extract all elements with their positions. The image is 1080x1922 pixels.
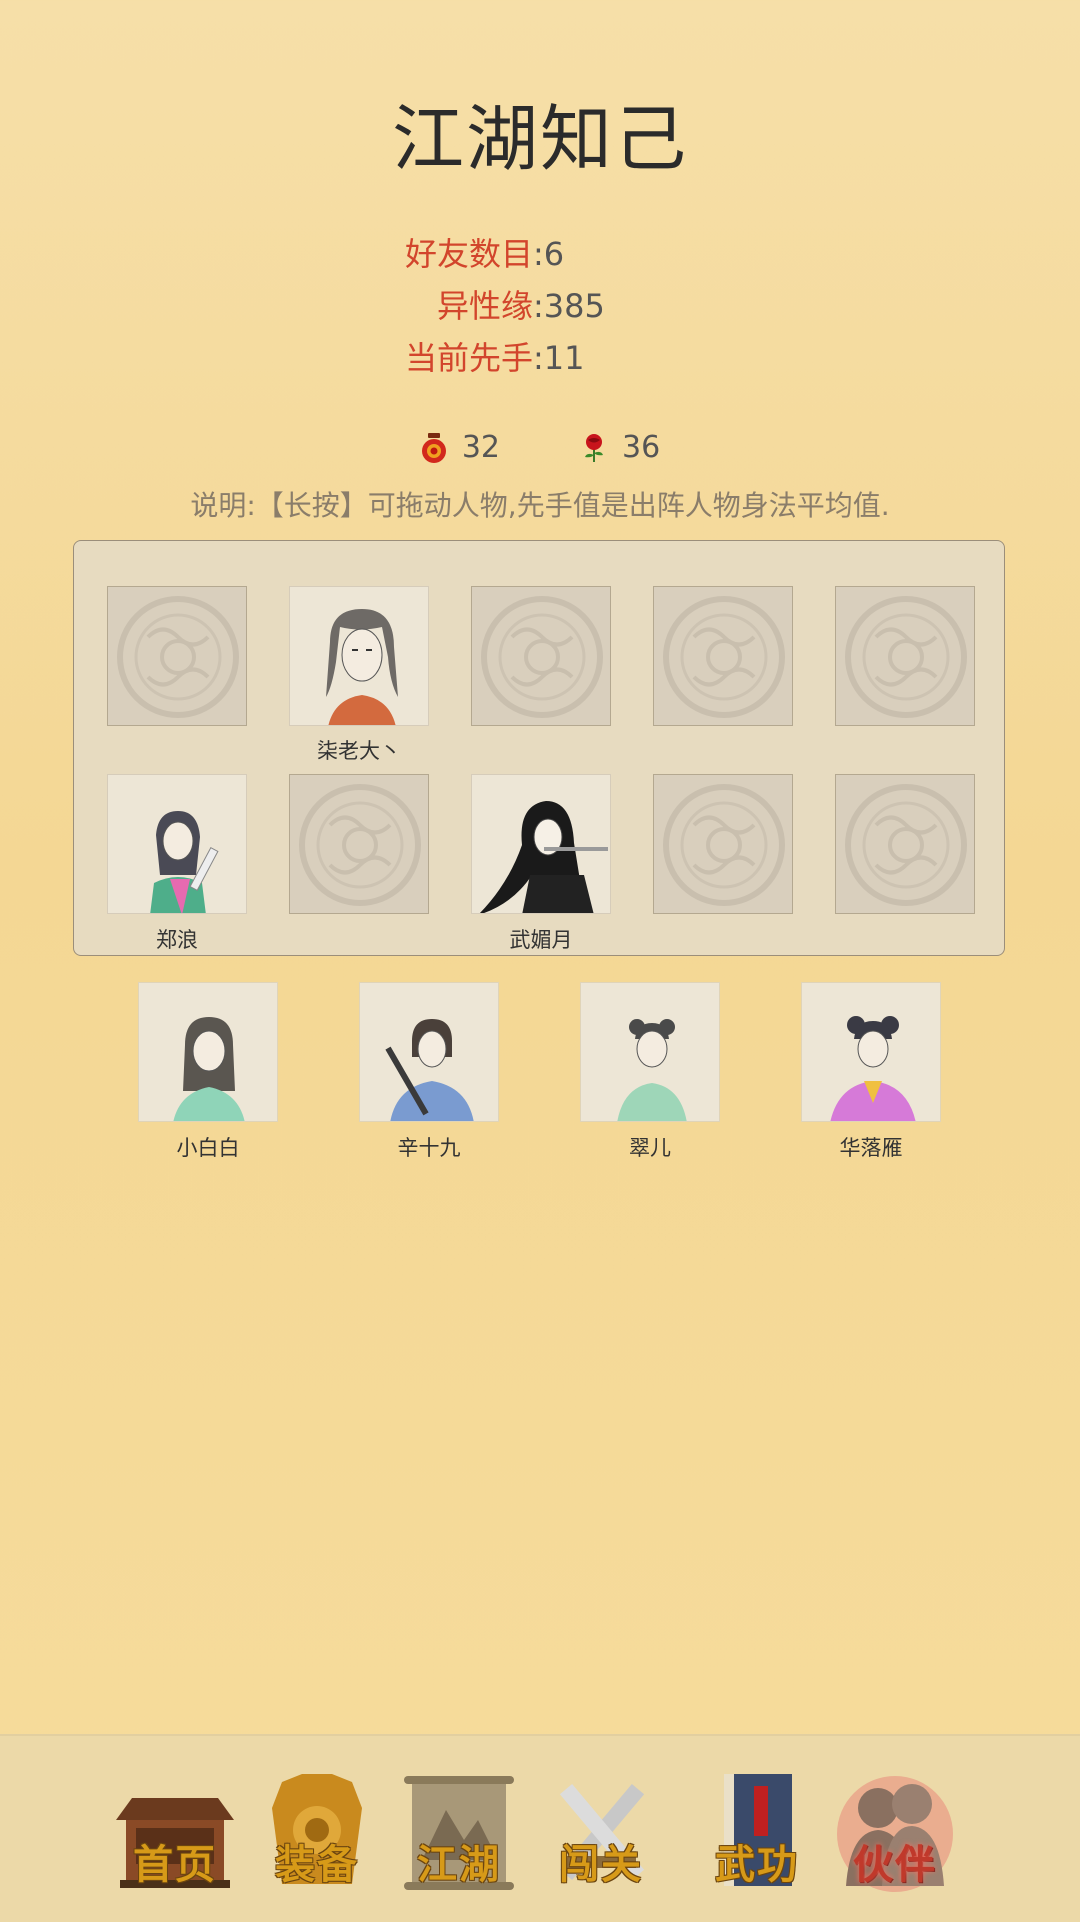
stat-label: 当前先手: [404, 339, 533, 377]
resources-bar: 32 36: [0, 430, 1080, 465]
nav-label: 装备: [275, 1841, 359, 1888]
team-slot-empty[interactable]: [835, 774, 975, 914]
stat-label: 好友数目: [404, 235, 533, 273]
bench-character-name: 小白白: [176, 1136, 240, 1160]
page-title: 江湖知己: [391, 97, 688, 181]
stat-separator: :: [533, 287, 544, 325]
character-portrait: [479, 801, 608, 913]
stat-charm: 异性缘:385: [0, 280, 1080, 332]
emblem-placeholder-icon: [299, 784, 421, 906]
wine-resource: 32: [420, 430, 500, 465]
emblem-placeholder-icon: [663, 596, 785, 718]
team-formation-panel: 柒老大丶 郑浪 武媚月: [73, 540, 1005, 956]
bench-character[interactable]: [359, 982, 499, 1122]
nav-challenge[interactable]: 闯关: [536, 1768, 666, 1898]
nav-equipment[interactable]: 装备: [252, 1768, 382, 1898]
emblem-placeholder-icon: [845, 784, 967, 906]
team-slot-empty[interactable]: [653, 586, 793, 726]
character-portrait: [326, 609, 398, 725]
nav-home[interactable]: 首页: [110, 1768, 240, 1898]
bench-character-name: 翠儿: [629, 1136, 671, 1160]
team-slot-name: 武媚月: [509, 928, 573, 952]
emblem-placeholder-icon: [663, 784, 785, 906]
bench-character[interactable]: [580, 982, 720, 1122]
bottom-nav: 首页 装备 江湖 闯关 武功 伙伴: [0, 1734, 1080, 1922]
nav-label: 武功: [715, 1841, 799, 1888]
stat-friend-count: 好友数目:6: [0, 228, 1080, 280]
emblem-placeholder-icon: [845, 596, 967, 718]
team-slot-empty[interactable]: [289, 774, 429, 914]
emblem-placeholder-icon: [481, 596, 603, 718]
team-slot-character[interactable]: [471, 774, 611, 914]
bench-character[interactable]: [138, 982, 278, 1122]
emblem-placeholder-icon: [117, 596, 239, 718]
nav-label: 首页: [133, 1841, 217, 1888]
wine-count: 32: [461, 430, 500, 465]
bench-character[interactable]: [801, 982, 941, 1122]
rose-resource: 36: [580, 430, 660, 465]
nav-world[interactable]: 江湖: [394, 1768, 524, 1898]
stat-value: 11: [543, 339, 585, 377]
stat-initiative: 当前先手:11: [0, 332, 1080, 384]
bench-character-name: 辛十九: [397, 1136, 461, 1160]
nav-companions[interactable]: 伙伴: [830, 1768, 960, 1898]
nav-label: 闯关: [559, 1841, 643, 1888]
team-slot-name: 郑浪: [156, 928, 198, 952]
team-slot-character[interactable]: [107, 774, 247, 914]
stat-label: 异性缘: [436, 287, 533, 325]
instruction-note: 说明:【长按】可拖动人物,先手值是出阵人物身法平均值.: [190, 489, 890, 522]
character-portrait: [830, 1016, 916, 1121]
nav-label: 江湖: [417, 1841, 501, 1888]
stat-value: 385: [543, 287, 605, 325]
nav-martial-arts[interactable]: 武功: [692, 1768, 822, 1898]
rose-count: 36: [622, 430, 661, 465]
character-portrait: [173, 1017, 245, 1121]
character-portrait: [385, 1019, 474, 1121]
stat-separator: :: [533, 339, 544, 377]
team-slot-empty[interactable]: [835, 586, 975, 726]
team-slot-empty[interactable]: [107, 586, 247, 726]
team-slot-name: 柒老大丶: [317, 739, 401, 763]
nav-label: 伙伴: [853, 1841, 937, 1888]
team-slot-character[interactable]: [289, 586, 429, 726]
wine-jar-icon: [421, 432, 446, 463]
rose-icon: [585, 433, 603, 462]
team-slot-empty[interactable]: [653, 774, 793, 914]
stat-separator: :: [533, 235, 544, 273]
stats-block: 好友数目:6 异性缘:385 当前先手:11: [0, 228, 1080, 384]
team-slot-empty[interactable]: [471, 586, 611, 726]
character-portrait: [150, 811, 219, 913]
bench-character-name: 华落雁: [839, 1136, 903, 1160]
stat-value: 6: [543, 235, 565, 273]
character-portrait: [617, 1019, 687, 1121]
